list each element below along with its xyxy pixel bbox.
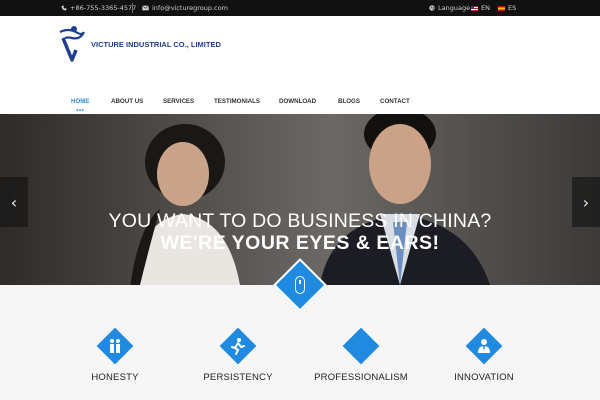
email-contact[interactable]: info@victuregroup.com [142, 0, 228, 16]
runner-icon [231, 338, 245, 355]
hero-tagline: WE'RE YOUR EYES & EARS! [160, 232, 440, 254]
nav-item-services[interactable]: SERVICES [163, 96, 194, 114]
nav-about-label: ABOUT US [111, 98, 144, 105]
globe-icon [429, 5, 435, 11]
person-icon [478, 339, 490, 353]
language-es-label: ES [508, 4, 517, 12]
site-header: VICTURE INDUSTRIAL CO., LIMITED HOME •••… [0, 16, 600, 114]
phone-icon [61, 5, 67, 11]
language-label: Language : [438, 4, 475, 12]
nav-item-home[interactable]: HOME ••• [71, 96, 90, 114]
people-icon [110, 339, 120, 353]
value-label: INNOVATION [454, 372, 514, 383]
phone-number: +86-755-3365-4577 [70, 4, 137, 12]
language-en-label: EN [481, 4, 490, 12]
nav-blogs-label: BLOGS [338, 98, 361, 105]
mail-icon [142, 5, 149, 11]
email-address: info@victuregroup.com [152, 4, 228, 12]
nav-item-about-us[interactable]: ABOUT US [111, 96, 143, 114]
nav-home-label: HOME [71, 98, 90, 105]
mouse-scroll-icon [295, 276, 305, 294]
nav-testimonials-label: TESTIMONIALS [214, 98, 261, 105]
top-bar: +86-755-3365-4577 info@victuregroup.com … [0, 0, 600, 16]
nav-item-contact[interactable]: CONTACT [380, 96, 410, 114]
language-switcher: Language : [429, 0, 474, 16]
us-flag-icon [471, 5, 478, 11]
logo-mark-icon [59, 26, 85, 62]
nav-download-label: DOWNLOAD [279, 98, 317, 105]
spain-flag-icon [498, 5, 505, 11]
language-option-es[interactable]: ES [498, 0, 516, 16]
diamond-icon [355, 339, 367, 353]
nav-item-testimonials[interactable]: TESTIMONIALS [214, 96, 260, 114]
nav-contact-label: CONTACT [380, 98, 410, 105]
hero-headline: YOU WANT TO DO BUSINESS IN CHINA? [108, 210, 492, 232]
nav-services-label: SERVICES [163, 98, 195, 105]
language-option-en[interactable]: EN [471, 0, 490, 16]
topbar-divider [132, 3, 133, 13]
phone-contact[interactable]: +86-755-3365-4577 [61, 0, 136, 16]
company-logo[interactable]: VICTURE INDUSTRIAL CO., LIMITED [58, 24, 221, 64]
main-navigation: HOME ••• ABOUT US SERVICES TESTIMONIALS … [0, 96, 600, 114]
company-name: VICTURE INDUSTRIAL CO., LIMITED [91, 39, 221, 49]
nav-item-download[interactable]: DOWNLOAD [279, 96, 316, 114]
nav-item-blogs[interactable]: BLOGS [338, 96, 360, 114]
